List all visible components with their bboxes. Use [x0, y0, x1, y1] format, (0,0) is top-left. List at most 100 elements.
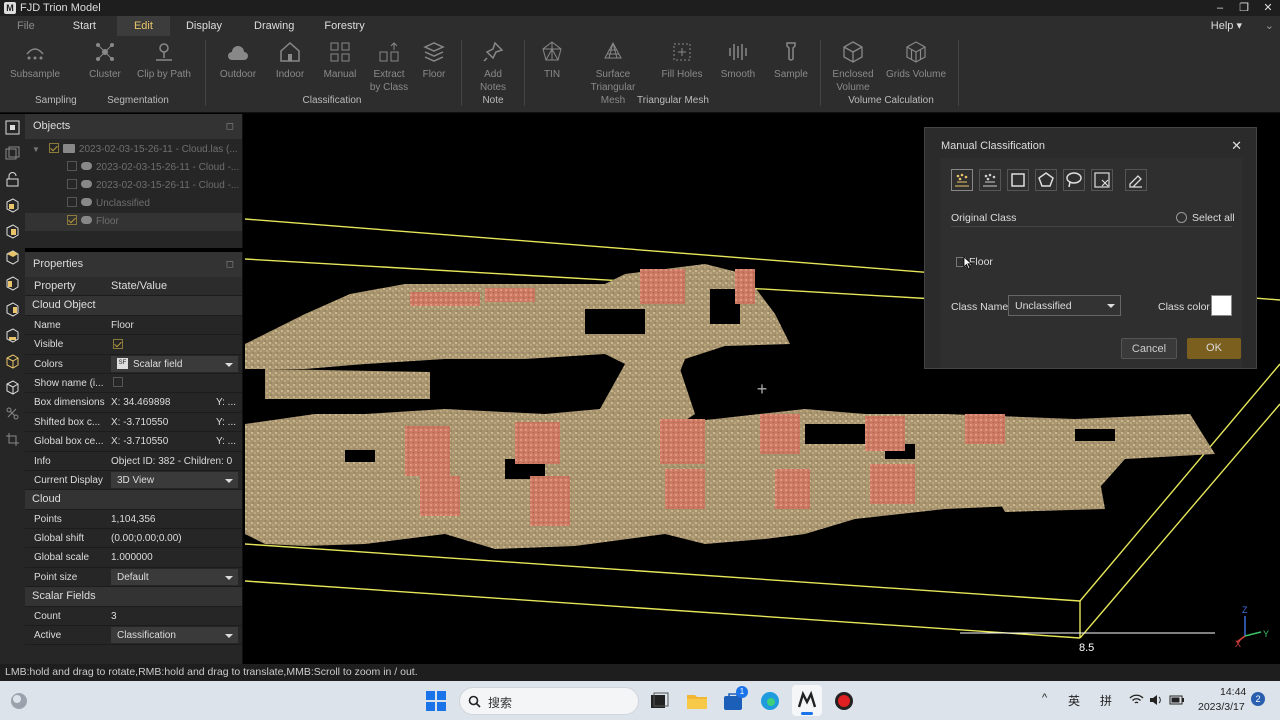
edge-browser-icon[interactable]: [759, 690, 781, 712]
menu-drawing[interactable]: Drawing: [238, 16, 310, 36]
menu-display[interactable]: Display: [170, 16, 238, 36]
clock-date[interactable]: 2023/3/17: [1198, 701, 1245, 713]
prop-name-value[interactable]: Floor: [109, 316, 242, 334]
panel-float-icon[interactable]: ◻: [226, 252, 234, 277]
tin-button[interactable]: TIN: [522, 40, 582, 81]
ok-button[interactable]: OK: [1187, 338, 1241, 359]
lasso-select-tool[interactable]: [1063, 169, 1085, 191]
outdoor-button[interactable]: Outdoor: [208, 40, 268, 81]
class-name-dropdown[interactable]: Unclassified: [1008, 295, 1121, 316]
help-menu[interactable]: Help ▾: [1211, 16, 1242, 36]
cube-front-icon[interactable]: [5, 224, 20, 239]
colors-dropdown[interactable]: SF Scalar field: [111, 355, 238, 372]
manual-classification-dialog: Manual Classification ✕ Original Class S…: [924, 127, 1257, 369]
trion-app-taskbar-button[interactable]: [792, 685, 822, 716]
prop-row-show-name: Show name (i...: [25, 374, 242, 394]
battery-icon[interactable]: [1169, 694, 1185, 706]
prop-row-box-dimensions: Box dimensions X: 34.469898 Y: ...: [25, 393, 242, 413]
select-tool-icon[interactable]: [5, 120, 20, 135]
point-size-dropdown[interactable]: Default: [111, 568, 238, 586]
windows-start-icon[interactable]: [425, 690, 447, 712]
prop-row-count: Count 3: [25, 607, 242, 627]
cloud-icon: [81, 198, 92, 207]
minimize-button[interactable]: –: [1208, 0, 1232, 16]
prop-row-shifted-box: Shifted box c... X: -3.710550 Y: ...: [25, 413, 242, 433]
polygon-select-tool[interactable]: [1035, 169, 1057, 191]
sample-button[interactable]: Sample: [761, 40, 821, 81]
wifi-icon[interactable]: [1129, 693, 1144, 707]
tree-item-selected[interactable]: Floor: [25, 213, 242, 231]
collapse-ribbon-icon[interactable]: ⌄: [1265, 16, 1274, 36]
iso-view-icon[interactable]: [5, 354, 20, 369]
cube-side-icon[interactable]: [5, 276, 20, 291]
tree-checkbox[interactable]: [67, 179, 77, 190]
menu-file[interactable]: File: [0, 16, 52, 36]
transform-icon[interactable]: [5, 406, 20, 421]
unclassify-points-tool[interactable]: [979, 169, 1001, 191]
class-color-swatch[interactable]: [1211, 295, 1232, 316]
cancel-button[interactable]: Cancel: [1121, 338, 1177, 359]
floor-button[interactable]: Floor: [404, 40, 464, 81]
tree-item[interactable]: Unclassified: [25, 195, 242, 213]
crop-icon[interactable]: [5, 432, 20, 447]
tree-checkbox[interactable]: [67, 215, 77, 226]
enclosed-volume-button[interactable]: Enclosed Volume: [823, 40, 883, 94]
cube-top-icon[interactable]: [5, 250, 20, 265]
task-view-icon[interactable]: [648, 690, 670, 712]
axis-x-label: X: [1235, 639, 1241, 649]
current-display-dropdown[interactable]: 3D View: [111, 471, 238, 489]
lock-icon[interactable]: [5, 172, 20, 187]
layers-tool-icon[interactable]: [5, 146, 20, 161]
smooth-button[interactable]: Smooth: [708, 40, 768, 81]
widgets-icon[interactable]: [8, 690, 30, 712]
extract-icon: [377, 40, 401, 66]
record-icon[interactable]: [833, 690, 855, 712]
menu-edit[interactable]: Edit: [116, 16, 170, 36]
group-triangular-mesh: Triangular Mesh: [637, 95, 709, 106]
close-button[interactable]: ✕: [1256, 0, 1280, 16]
cluster-button[interactable]: Cluster: [75, 40, 135, 81]
file-explorer-icon[interactable]: [686, 690, 708, 712]
outdoor-icon: [226, 40, 250, 66]
cube-face-icon[interactable]: [5, 198, 20, 213]
maximize-button[interactable]: ❐: [1232, 0, 1256, 16]
show-name-checkbox[interactable]: [113, 377, 123, 388]
notification-badge[interactable]: 2: [1251, 692, 1265, 706]
ime-mode-indicator[interactable]: 拼: [1100, 692, 1112, 709]
tree-checkbox[interactable]: [48, 143, 59, 154]
clock-time[interactable]: 14:44: [1220, 686, 1246, 698]
tree-item[interactable]: ▼ 2023-02-03-15-26-11 - Cloud.las (...: [25, 141, 242, 159]
taskbar-search[interactable]: 搜索: [459, 687, 639, 715]
dialog-close-button[interactable]: ✕: [1231, 138, 1242, 154]
axis-z-label: Z: [1242, 605, 1248, 615]
tree-checkbox[interactable]: [67, 197, 77, 208]
grids-volume-button[interactable]: Grids Volume: [883, 40, 949, 81]
eraser-tool[interactable]: [1125, 169, 1147, 191]
iso-view-alt-icon[interactable]: [5, 380, 20, 395]
subsample-button[interactable]: Subsample: [5, 40, 65, 81]
active-field-dropdown[interactable]: Classification: [111, 627, 238, 644]
menu-forestry[interactable]: Forestry: [310, 16, 378, 36]
cube-back-icon[interactable]: [5, 302, 20, 317]
cloud-icon: [81, 180, 92, 189]
tree-item[interactable]: 2023-02-03-15-26-11 - Cloud -...: [25, 177, 242, 195]
tree-expand-icon[interactable]: ▼: [32, 145, 40, 154]
menu-start[interactable]: Start: [52, 16, 117, 36]
panel-float-icon[interactable]: ◻: [226, 114, 234, 139]
clip-by-path-button[interactable]: Clip by Path: [134, 40, 194, 81]
tree-item[interactable]: 2023-02-03-15-26-11 - Cloud -...: [25, 159, 242, 177]
tray-overflow-icon[interactable]: ^: [1042, 692, 1047, 704]
ime-language-indicator[interactable]: 英: [1068, 692, 1080, 709]
add-notes-button[interactable]: Add Notes: [463, 40, 523, 94]
classify-points-tool[interactable]: [951, 169, 973, 191]
fill-holes-button[interactable]: Fill Holes: [652, 40, 712, 81]
select-all-label[interactable]: Select all: [1192, 212, 1235, 224]
cube-bottom-icon[interactable]: [5, 328, 20, 343]
tree-checkbox[interactable]: [67, 161, 77, 172]
volume-icon[interactable]: [1149, 693, 1163, 707]
select-all-radio[interactable]: [1176, 212, 1187, 223]
rectangle-select-tool[interactable]: [1007, 169, 1029, 191]
clear-selection-tool[interactable]: [1091, 169, 1113, 191]
visible-checkbox[interactable]: [113, 338, 123, 349]
window-controls: – ❐ ✕: [1208, 0, 1280, 16]
